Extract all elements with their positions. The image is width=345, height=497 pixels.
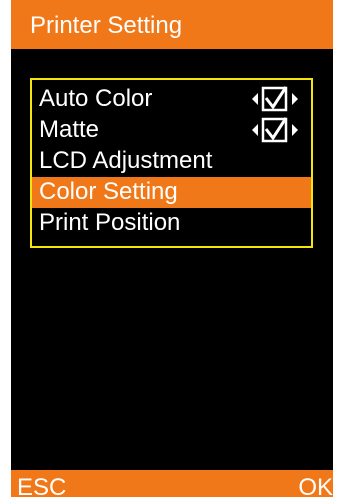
menu-item-print-position[interactable]: Print Position — [32, 208, 311, 239]
arrow-right-icon[interactable] — [292, 124, 298, 136]
arrow-left-icon[interactable] — [252, 93, 258, 105]
menu-item-matte[interactable]: Matte — [32, 115, 311, 146]
checkbox-checked-icon[interactable] — [261, 117, 288, 143]
menu-item-label: Matte — [39, 116, 100, 143]
page-title: Printer Setting — [30, 12, 183, 39]
arrow-left-icon[interactable] — [252, 124, 258, 136]
menu-item-lcd-adjustment[interactable]: LCD Adjustment — [32, 146, 311, 177]
settings-menu: Auto Color Matte LCD Adjustment Color Se… — [30, 78, 313, 248]
esc-softkey[interactable]: ESC — [17, 474, 66, 497]
softkey-bar: ESC OK — [11, 470, 333, 497]
printer-setting-screen: Printer Setting Auto Color Matte LCD Adj… — [11, 0, 333, 497]
menu-item-label: Color Setting — [39, 178, 178, 205]
menu-item-label: LCD Adjustment — [39, 147, 213, 174]
menu-item-color-setting[interactable]: Color Setting — [32, 177, 311, 208]
title-bar: Printer Setting — [11, 0, 333, 49]
arrow-right-icon[interactable] — [292, 93, 298, 105]
menu-item-label: Auto Color — [39, 85, 153, 112]
menu-item-auto-color[interactable]: Auto Color — [32, 84, 311, 115]
menu-item-label: Print Position — [39, 209, 181, 236]
auto-color-toggle[interactable] — [250, 86, 310, 112]
ok-softkey[interactable]: OK — [298, 474, 333, 497]
matte-toggle[interactable] — [250, 117, 310, 143]
checkbox-checked-icon[interactable] — [261, 86, 288, 112]
